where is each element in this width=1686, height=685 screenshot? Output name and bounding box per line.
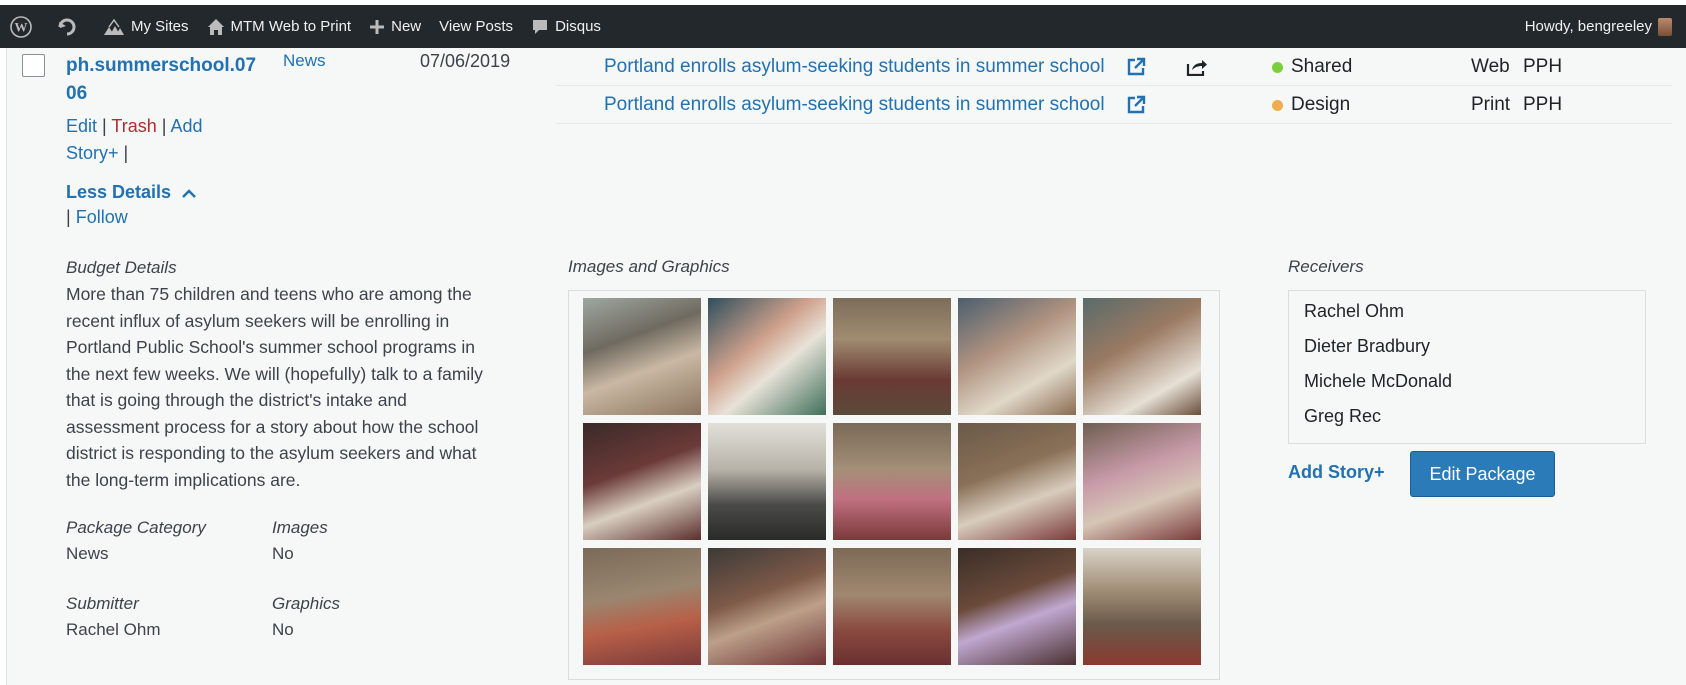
avatar bbox=[1658, 17, 1672, 36]
package-category-label: Package Category bbox=[66, 518, 206, 537]
budget-details-label: Budget Details bbox=[66, 258, 177, 277]
submitter-label: Submitter bbox=[66, 594, 139, 613]
share-icon[interactable] bbox=[1186, 58, 1208, 76]
receivers-list: Rachel Ohm Dieter Bradbury Michele McDon… bbox=[1288, 290, 1646, 444]
submitter-value: Rachel Ohm bbox=[66, 620, 161, 639]
image-gallery bbox=[568, 290, 1220, 680]
image-thumbnail[interactable] bbox=[833, 298, 951, 415]
refresh-icon bbox=[58, 18, 76, 35]
image-thumbnail[interactable] bbox=[1083, 548, 1201, 665]
receiver-item: Dieter Bradbury bbox=[1304, 336, 1431, 356]
wordpress-icon: W bbox=[10, 15, 32, 38]
images-graphics-label: Images and Graphics bbox=[568, 257, 730, 276]
image-thumbnail[interactable] bbox=[1083, 423, 1201, 540]
receiver-item: Greg Rec bbox=[1304, 406, 1382, 426]
receiver-item: Michele McDonald bbox=[1304, 371, 1453, 391]
story-row: Portland enrolls asylum-seeking students… bbox=[556, 86, 1672, 124]
package-date: 07/06/2019 bbox=[420, 51, 511, 71]
story-status: Design bbox=[1291, 93, 1351, 115]
graphics-label: Graphics bbox=[272, 594, 341, 613]
image-thumbnail[interactable] bbox=[708, 423, 826, 540]
package-slug[interactable]: ph.summerschool.0706 bbox=[66, 52, 266, 108]
comment-icon bbox=[533, 19, 548, 34]
image-thumbnail[interactable] bbox=[708, 548, 826, 665]
follow-link[interactable]: Follow bbox=[76, 207, 128, 227]
stories-list: Portland enrolls asylum-seeking students… bbox=[556, 48, 1672, 124]
image-thumbnail[interactable] bbox=[833, 423, 951, 540]
image-thumbnail[interactable] bbox=[583, 548, 701, 665]
receiver-item: Rachel Ohm bbox=[1304, 301, 1405, 321]
home-icon bbox=[207, 18, 224, 35]
story-title-link[interactable]: Portland enrolls asylum-seeking students… bbox=[604, 56, 1105, 78]
images-label: Images bbox=[272, 518, 328, 537]
package-category-value: News bbox=[66, 544, 109, 563]
add-story-button[interactable]: Add Story+ bbox=[1288, 462, 1385, 483]
story-status: Shared bbox=[1291, 55, 1353, 77]
image-thumbnail[interactable] bbox=[708, 298, 826, 415]
row-actions: Edit | Trash | Add Story+ | bbox=[66, 113, 226, 167]
site-name-menu[interactable]: MTM Web to Print bbox=[198, 5, 361, 48]
image-thumbnail[interactable] bbox=[833, 548, 951, 665]
trash-link[interactable]: Trash bbox=[111, 116, 156, 136]
status-dot bbox=[1272, 62, 1283, 73]
edit-link[interactable]: Edit bbox=[66, 116, 97, 136]
top-strip bbox=[0, 0, 1686, 5]
my-sites-menu[interactable]: My Sites bbox=[94, 5, 198, 48]
story-medium: Print bbox=[1471, 93, 1511, 115]
admin-bar: W My Sites MTM Web to Print New View Pos… bbox=[0, 0, 1686, 48]
svg-text:W: W bbox=[15, 19, 28, 34]
follow-row: | Follow bbox=[66, 207, 128, 228]
image-thumbnail[interactable] bbox=[583, 423, 701, 540]
site-name-label: MTM Web to Print bbox=[230, 18, 352, 35]
new-label: New bbox=[391, 18, 422, 35]
view-posts-link[interactable]: View Posts bbox=[430, 5, 522, 48]
my-account-menu[interactable]: Howdy, bengreeley bbox=[1525, 5, 1686, 48]
chevron-up-icon bbox=[182, 188, 196, 198]
package-category-link[interactable]: News bbox=[283, 51, 326, 71]
image-thumbnail[interactable] bbox=[1083, 298, 1201, 415]
image-thumbnail[interactable] bbox=[958, 548, 1076, 665]
action-separator: | bbox=[161, 116, 167, 136]
disqus-menu[interactable]: Disqus bbox=[522, 5, 610, 48]
my-sites-label: My Sites bbox=[131, 18, 189, 35]
image-thumbnail[interactable] bbox=[583, 298, 701, 415]
external-link-icon[interactable] bbox=[1126, 57, 1146, 77]
less-details-label: Less Details bbox=[66, 182, 172, 202]
images-value: No bbox=[272, 544, 294, 563]
edit-package-button[interactable]: Edit Package bbox=[1410, 451, 1555, 497]
plus-icon bbox=[370, 19, 385, 34]
story-medium: Web bbox=[1471, 55, 1510, 77]
receivers-label: Receivers bbox=[1288, 257, 1364, 276]
story-title-link[interactable]: Portland enrolls asylum-seeking students… bbox=[604, 94, 1105, 116]
budget-details-text: More than 75 children and teens who are … bbox=[66, 284, 483, 490]
external-link-icon[interactable] bbox=[1126, 95, 1146, 115]
action-separator: | bbox=[102, 116, 107, 136]
status-dot bbox=[1272, 100, 1283, 111]
howdy-label: Howdy, bengreeley bbox=[1524, 18, 1652, 35]
less-details-toggle[interactable]: Less Details bbox=[66, 182, 197, 203]
reader-menu[interactable] bbox=[46, 5, 94, 48]
image-thumbnail[interactable] bbox=[958, 298, 1076, 415]
graphics-value: No bbox=[272, 620, 294, 639]
wordpress-logo-menu[interactable]: W bbox=[0, 5, 46, 48]
row-select-checkbox[interactable] bbox=[22, 54, 45, 77]
disqus-label: Disqus bbox=[555, 18, 601, 35]
action-separator: | bbox=[123, 143, 129, 163]
image-thumbnail[interactable] bbox=[958, 423, 1076, 540]
new-content-menu[interactable]: New bbox=[360, 5, 430, 48]
story-publication: PPH bbox=[1523, 93, 1563, 115]
my-sites-icon bbox=[104, 18, 124, 35]
follow-separator: | bbox=[66, 207, 71, 227]
story-row: Portland enrolls asylum-seeking students… bbox=[556, 48, 1672, 86]
view-posts-label: View Posts bbox=[439, 18, 514, 35]
story-publication: PPH bbox=[1523, 55, 1563, 77]
